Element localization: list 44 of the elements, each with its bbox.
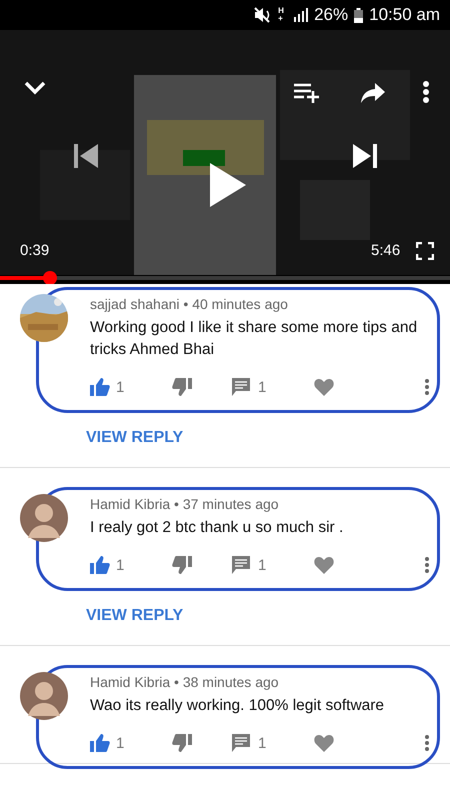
avatar	[20, 494, 68, 542]
signal-icon	[294, 8, 308, 22]
clock: 10:50 am	[369, 5, 440, 25]
share-icon[interactable]	[361, 83, 385, 103]
add-to-queue-icon[interactable]	[294, 83, 320, 103]
reply-icon[interactable]	[232, 378, 250, 396]
reply-icon[interactable]	[232, 556, 250, 574]
more-icon[interactable]	[422, 81, 430, 103]
battery-percent: 26%	[314, 5, 348, 25]
like-icon[interactable]	[90, 734, 110, 752]
play-icon[interactable]	[210, 163, 246, 207]
comment-meta: sajjad shahani • 40 minutes ago	[90, 295, 289, 314]
comment-text: Wao its really working. 100% legit software	[90, 696, 386, 716]
reply-count: 1	[258, 556, 268, 574]
dislike-icon[interactable]	[172, 556, 192, 574]
view-reply-link[interactable]: VIEW REPLY	[86, 429, 184, 447]
elapsed-time: 0:39	[20, 242, 50, 259]
like-count: 1	[116, 378, 126, 396]
previous-icon[interactable]	[74, 144, 98, 168]
battery-icon	[354, 8, 364, 22]
comment-meta: Hamid Kibria • 38 minutes ago	[90, 673, 280, 692]
fullscreen-icon[interactable]	[416, 242, 434, 260]
like-icon[interactable]	[90, 378, 110, 396]
network-type: H+	[278, 7, 285, 23]
view-reply-link[interactable]: VIEW REPLY	[86, 607, 184, 625]
comment-text: I realy got 2 btc thank u so much sir .	[90, 518, 344, 538]
next-icon[interactable]	[353, 144, 377, 168]
dislike-icon[interactable]	[172, 378, 192, 396]
dislike-icon[interactable]	[172, 734, 192, 752]
heart-icon[interactable]	[314, 556, 334, 574]
like-count: 1	[116, 734, 126, 752]
like-icon[interactable]	[90, 556, 110, 574]
heart-icon[interactable]	[314, 734, 334, 752]
duration: 5:46	[371, 242, 400, 259]
reply-count: 1	[258, 378, 268, 396]
like-count: 1	[116, 556, 126, 574]
reply-icon[interactable]	[232, 734, 250, 752]
heart-icon[interactable]	[314, 378, 334, 396]
comment-text: Working good I like it share some more tips and tricks Ahmed Bhai	[90, 318, 418, 360]
mute-icon	[254, 7, 272, 23]
collapse-icon[interactable]	[24, 81, 46, 95]
reply-count: 1	[258, 734, 268, 752]
comment-meta: Hamid Kibria • 37 minutes ago	[90, 495, 280, 514]
avatar	[20, 672, 68, 720]
